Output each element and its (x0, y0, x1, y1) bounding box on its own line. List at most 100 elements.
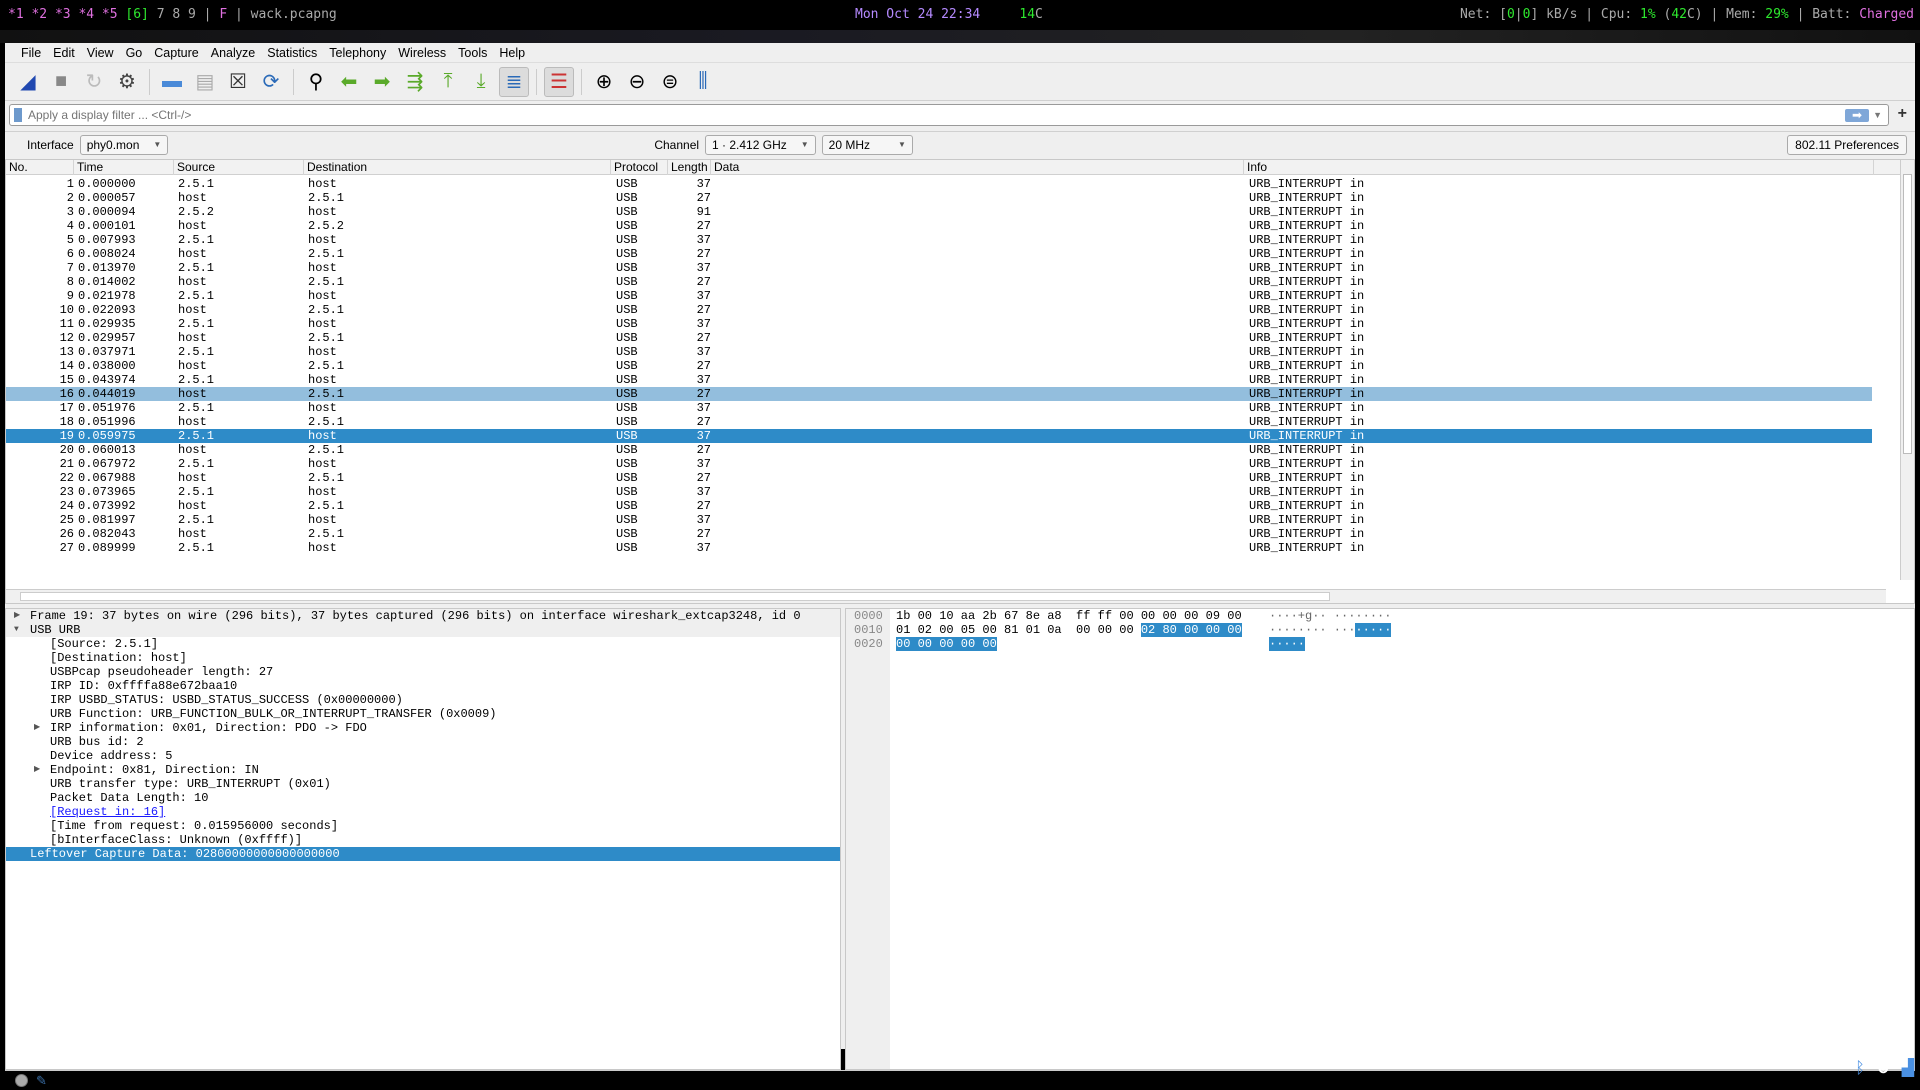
go-to-packet-icon[interactable]: ⇶ (400, 67, 430, 97)
packet-row[interactable]: 25 0.081997 2.5.1 host USB 37 URB_INTERRUPT in (6, 513, 1872, 527)
column-header-protocol[interactable]: Protocol (611, 160, 668, 175)
collapsed-arrow-icon[interactable]: ▶ (14, 609, 20, 623)
go-last-packet-icon[interactable]: ⤓ (466, 67, 496, 97)
packet-row[interactable]: 17 0.051976 2.5.1 host USB 37 URB_INTERRUPT in (6, 401, 1872, 415)
detail-item[interactable]: [Source: 2.5.1] (6, 637, 840, 651)
detail-item[interactable]: IRP ID: 0xffffa88e672baa10 (6, 679, 840, 693)
wifi-signal-icon[interactable]: ▟ (1902, 1058, 1914, 1078)
menu-help[interactable]: Help (493, 46, 531, 60)
detail-item[interactable]: Leftover Capture Data: 02800000000000000… (6, 847, 840, 861)
packet-row[interactable]: 18 0.051996 host 2.5.1 USB 27 URB_INTERRUPT in (6, 415, 1872, 429)
wlan-preferences-button[interactable]: 802.11 Preferences (1787, 134, 1907, 155)
detail-item[interactable]: URB Function: URB_FUNCTION_BULK_OR_INTER… (6, 707, 840, 721)
packet-row[interactable]: 23 0.073965 2.5.1 host USB 37 URB_INTERRUPT in (6, 485, 1872, 499)
zoom-in-icon[interactable]: ⊕ (589, 67, 619, 97)
packet-row[interactable]: 13 0.037971 2.5.1 host USB 37 URB_INTERRUPT in (6, 345, 1872, 359)
packet-row[interactable]: 8 0.014002 host 2.5.1 USB 27 URB_INTERRUPT in (6, 275, 1872, 289)
packet-row[interactable]: 6 0.008024 host 2.5.1 USB 27 URB_INTERRUPT in (6, 247, 1872, 261)
channel-select[interactable]: 1 · 2.412 GHz ▼ (705, 134, 816, 155)
detail-item[interactable]: [bInterfaceClass: Unknown (0xffff)] (6, 833, 840, 847)
menu-edit[interactable]: Edit (47, 46, 81, 60)
hex-line[interactable]: 0010 01 02 00 05 00 81 01 0a 00 00 00 02 … (846, 623, 1914, 637)
column-header-no[interactable]: No. (6, 160, 74, 175)
go-forward-icon[interactable]: ➡ (367, 67, 397, 97)
detail-item[interactable]: Device address: 5 (6, 749, 840, 763)
detail-item[interactable]: ▼ USB URB (6, 623, 840, 637)
column-header-time[interactable]: Time (74, 160, 174, 175)
request-link[interactable]: [Request in: 16] (50, 805, 165, 819)
stop-capture-icon[interactable]: ■ (46, 67, 76, 97)
active-workspace[interactable]: [6] (125, 7, 148, 22)
packet-row[interactable]: 22 0.067988 host 2.5.1 USB 27 URB_INTERRUPT in (6, 471, 1872, 485)
inactive-workspaces[interactable]: 7 8 9 (157, 7, 196, 22)
packet-row[interactable]: 12 0.029957 host 2.5.1 USB 27 URB_INTERRUPT in (6, 331, 1872, 345)
edit-comment-icon[interactable]: ✎ (36, 1073, 47, 1089)
detail-item[interactable]: URB bus id: 2 (6, 735, 840, 749)
discord-icon[interactable]: ☻ (1875, 1060, 1892, 1078)
hex-line[interactable]: 0020 00 00 00 00 00 ····· (846, 637, 1914, 651)
column-header-data[interactable]: Data (711, 160, 1244, 175)
bookmark-icon[interactable] (14, 108, 22, 122)
zoom-reset-icon[interactable]: ⊜ (655, 67, 685, 97)
detail-item[interactable]: ▶ Frame 19: 37 bytes on wire (296 bits), … (6, 609, 840, 623)
expert-info-icon[interactable] (15, 1074, 28, 1087)
menu-statistics[interactable]: Statistics (261, 46, 323, 60)
workspaces[interactable]: *1 *2 *3 *4 *5 (8, 7, 118, 22)
collapsed-arrow-icon[interactable]: ▶ (34, 763, 40, 777)
detail-item[interactable]: IRP USBD_STATUS: USBD_STATUS_SUCCESS (0x… (6, 693, 840, 707)
detail-item[interactable]: ▶ IRP information: 0x01, Direction: PDO -… (6, 721, 840, 735)
detail-item[interactable]: [Destination: host] (6, 651, 840, 665)
resize-columns-icon[interactable]: ⫼ (688, 67, 718, 97)
menu-go[interactable]: Go (120, 46, 149, 60)
detail-item[interactable]: URB transfer type: URB_INTERRUPT (0x01) (6, 777, 840, 791)
packet-row[interactable]: 14 0.038000 host 2.5.1 USB 27 URB_INTERRUPT in (6, 359, 1872, 373)
menu-tools[interactable]: Tools (452, 46, 493, 60)
add-filter-button[interactable]: + (1898, 105, 1907, 123)
channel-width-select[interactable]: 20 MHz ▼ (821, 134, 913, 155)
detail-item[interactable]: ▶ Endpoint: 0x81, Direction: IN (6, 763, 840, 777)
vertical-scrollbar[interactable] (1900, 160, 1914, 580)
menu-wireless[interactable]: Wireless (392, 46, 452, 60)
open-file-icon[interactable]: ▬ (157, 67, 187, 97)
capture-options-icon[interactable]: ⚙ (112, 67, 142, 97)
packet-row[interactable]: 21 0.067972 2.5.1 host USB 37 URB_INTERRUPT in (6, 457, 1872, 471)
column-header-source[interactable]: Source (174, 160, 304, 175)
packet-row[interactable]: 26 0.082043 host 2.5.1 USB 27 URB_INTERRUPT in (6, 527, 1872, 541)
restart-capture-icon[interactable]: ↻ (79, 67, 109, 97)
apply-filter-icon[interactable]: ➡ (1845, 108, 1870, 122)
packet-row[interactable]: 19 0.059975 2.5.1 host USB 37 URB_INTERRUPT in (6, 429, 1872, 443)
menu-capture[interactable]: Capture (148, 46, 204, 60)
packet-row[interactable]: 9 0.021978 2.5.1 host USB 37 URB_INTERRUPT in (6, 289, 1872, 303)
packet-row[interactable]: 16 0.044019 host 2.5.1 USB 27 URB_INTERRUPT in (6, 387, 1872, 401)
zoom-out-icon[interactable]: ⊖ (622, 67, 652, 97)
autoscroll-icon[interactable]: ≣ (499, 66, 529, 97)
packet-row[interactable]: 1 0.000000 2.5.1 host USB 37 URB_INTERRUPT in (6, 177, 1872, 191)
detail-item[interactable]: Packet Data Length: 10 (6, 791, 840, 805)
reload-file-icon[interactable]: ⟳ (256, 67, 286, 97)
start-capture-icon[interactable]: ◢ (13, 67, 43, 97)
detail-item[interactable]: [Request in: 16] (6, 805, 840, 819)
column-header-length[interactable]: Length (668, 160, 711, 175)
packet-row[interactable]: 10 0.022093 host 2.5.1 USB 27 URB_INTERRUPT in (6, 303, 1872, 317)
packet-row[interactable]: 20 0.060013 host 2.5.1 USB 27 URB_INTERRUPT in (6, 443, 1872, 457)
filter-dropdown-icon[interactable]: ▼ (1873, 110, 1882, 120)
detail-item[interactable]: [Time from request: 0.015956000 seconds] (6, 819, 840, 833)
menu-view[interactable]: View (81, 46, 120, 60)
hex-line[interactable]: 0000 1b 00 10 aa 2b 67 8e a8 ff ff 00 00 … (846, 609, 1914, 623)
go-back-icon[interactable]: ⬅ (334, 67, 364, 97)
packet-row[interactable]: 15 0.043974 2.5.1 host USB 37 URB_INTERRUPT in (6, 373, 1872, 387)
packet-row[interactable]: 11 0.029935 2.5.1 host USB 37 URB_INTERRUPT in (6, 317, 1872, 331)
packet-row[interactable]: 2 0.000057 host 2.5.1 USB 27 URB_INTERRUPT in (6, 191, 1872, 205)
packet-row[interactable]: 4 0.000101 host 2.5.2 USB 27 URB_INTERRUPT in (6, 219, 1872, 233)
packet-row[interactable]: 7 0.013970 2.5.1 host USB 37 URB_INTERRUPT in (6, 261, 1872, 275)
packet-row[interactable]: 3 0.000094 2.5.2 host USB 91 URB_INTERRUPT in (6, 205, 1872, 219)
packet-row[interactable]: 24 0.073992 host 2.5.1 USB 27 URB_INTERRUPT in (6, 499, 1872, 513)
column-header-info[interactable]: Info (1244, 160, 1874, 175)
menu-file[interactable]: File (15, 46, 47, 60)
collapsed-arrow-icon[interactable]: ▶ (34, 721, 40, 735)
packet-row[interactable]: 27 0.089999 2.5.1 host USB 37 URB_INTERRUPT in (6, 541, 1872, 555)
expanded-arrow-icon[interactable]: ▼ (14, 623, 19, 637)
close-file-icon[interactable]: ☒ (223, 67, 253, 97)
column-header-destination[interactable]: Destination (304, 160, 611, 175)
bluetooth-icon[interactable]: ᛒ (1855, 1060, 1865, 1078)
